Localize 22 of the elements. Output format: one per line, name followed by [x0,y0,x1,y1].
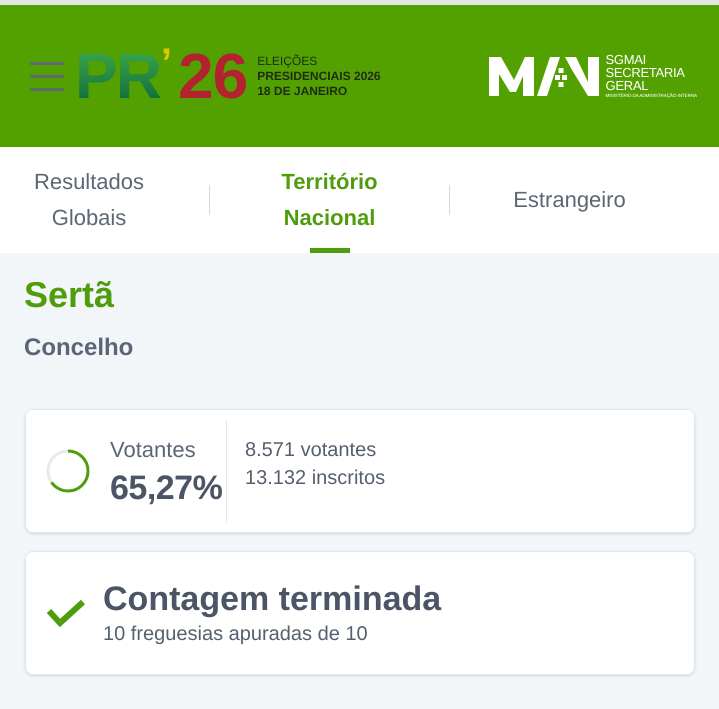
voters-count: 8.571 votantes [245,438,378,463]
logo-caption: PRESIDENCIAIS 2026 [257,68,381,84]
ministry-name-line: SECRETARIA [606,66,686,79]
turnout-label: Votantes [110,436,197,464]
region-tab[interactable]: Território Nacional [210,147,449,253]
turnout-percent: 65,27% [110,468,224,508]
turnout-progress-ring [46,449,90,493]
logo-caption: ELEIÇÕES [257,54,318,68]
region-tab[interactable]: Estrangeiro [450,147,689,253]
region-tab[interactable]: Resultados Globais [0,147,209,253]
menu-icon[interactable] [30,62,64,90]
ministry-name-line: SGMAI [606,53,647,66]
region-name: Sertã [24,273,116,317]
ministry-name-line: GERAL [606,79,650,92]
registered-count: 13.132 inscritos [245,466,386,491]
count-status-detail: 10 freguesias apuradas de 10 [103,622,369,647]
logo-apostrophe: ’ [160,48,172,78]
logo-caption: 18 DE JANEIRO [257,84,348,98]
count-status-title: Contagem terminada [103,579,442,619]
ministry-logo-icon [488,56,599,96]
region-type: Concelho [24,333,134,363]
logo-year: 26 [178,48,248,104]
